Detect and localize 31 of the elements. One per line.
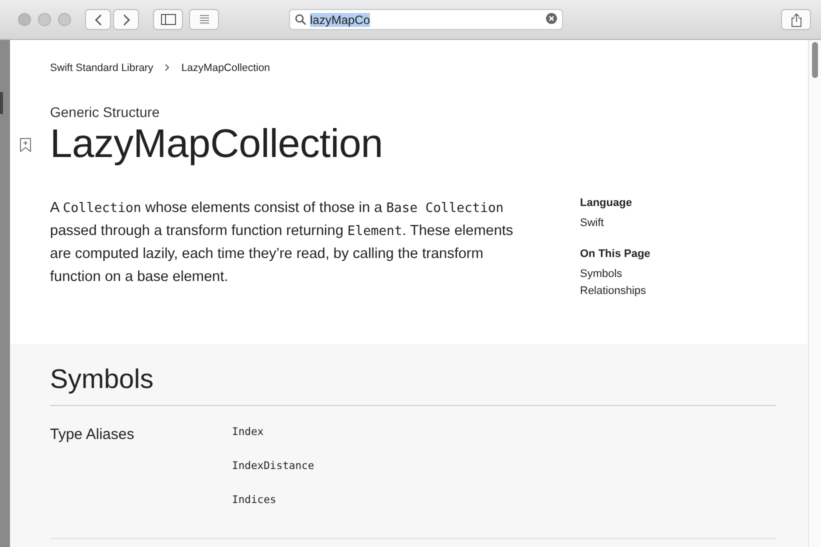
symbol-link[interactable]: Index [232, 426, 314, 438]
chevron-right-icon [165, 64, 170, 71]
tabs-overview-button[interactable] [189, 9, 219, 30]
summary-heading: On This Page [580, 248, 650, 260]
bookmark-icon[interactable] [20, 138, 31, 152]
page-title: LazyMapCollection [50, 122, 383, 167]
symbol-link[interactable]: Indices [232, 494, 314, 506]
breadcrumb-link[interactable]: LazyMapCollection [181, 62, 270, 74]
sidebar-button[interactable] [153, 9, 183, 30]
search-field[interactable]: lazyMapCo [289, 9, 563, 30]
sidebar-icon [160, 14, 176, 25]
list-icon [198, 14, 210, 25]
clear-icon[interactable] [546, 12, 557, 24]
summary-link[interactable]: Relationships [580, 283, 650, 300]
chevron-left-icon [94, 14, 102, 26]
share-button[interactable] [781, 9, 811, 30]
scrollbar-thumb[interactable] [812, 42, 818, 78]
summary-link[interactable]: Symbols [580, 266, 650, 283]
abstract-paragraph: A Collection whose elements consist of those in a Base Collection passed through a transform function returning Element. These elements are computed lazily, each time they’re read, by calling the transform function on a base element. [50, 199, 514, 287]
breadcrumb-link[interactable]: Swift Standard Library [50, 62, 154, 74]
summary-heading: Language [580, 197, 633, 209]
section-heading: Symbols [50, 364, 155, 395]
forward-button[interactable] [113, 9, 139, 30]
share-icon [790, 12, 802, 26]
symbol-link[interactable]: IndexDistance [232, 460, 314, 472]
chevron-right-icon [122, 14, 130, 26]
symbol-kind-label: Generic Structure [50, 104, 161, 120]
back-button[interactable] [85, 9, 111, 30]
group-label: Type Aliases [50, 426, 136, 445]
search-icon [295, 14, 306, 25]
summary-link[interactable]: Swift [580, 215, 650, 232]
